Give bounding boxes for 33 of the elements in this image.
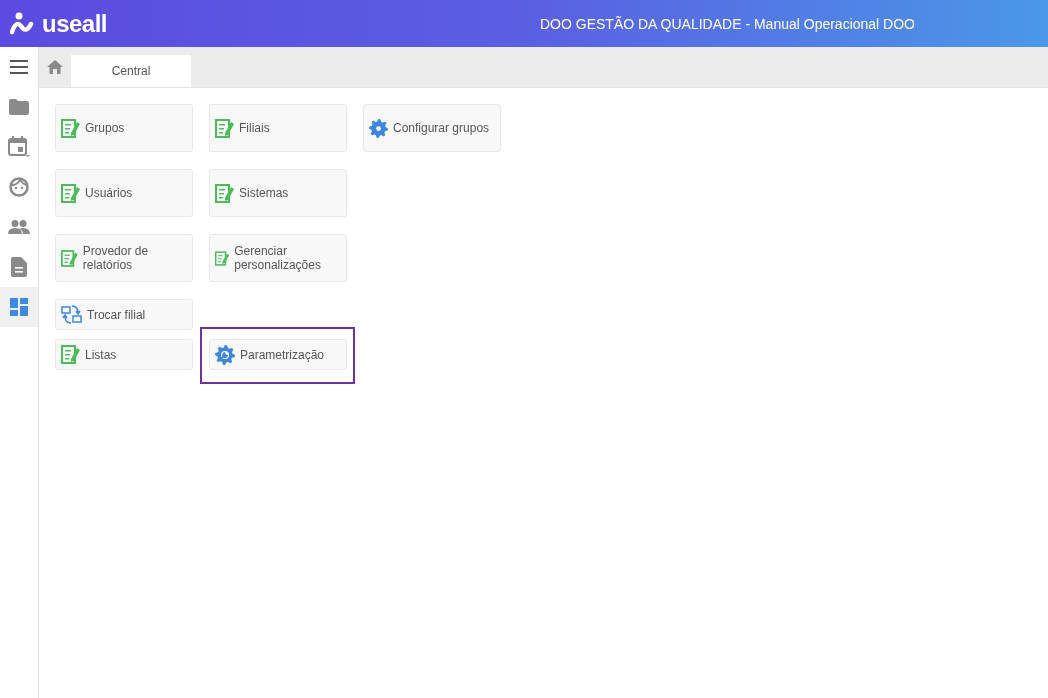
shortcut-tile[interactable]: Filiais (209, 104, 347, 152)
people-icon[interactable] (8, 220, 30, 234)
shortcut-tile[interactable]: Grupos (55, 104, 193, 152)
shortcut-tile[interactable]: Gerenciar personalizações (209, 234, 347, 282)
shortcut-tile[interactable]: Provedor de relatórios (55, 234, 193, 282)
face-icon[interactable] (9, 177, 29, 197)
settings-icon (215, 344, 235, 365)
folder-icon[interactable] (9, 99, 29, 115)
shortcut-tile[interactable]: Parametrização (209, 339, 347, 370)
tab[interactable]: Central (71, 55, 191, 87)
form-edit-icon (215, 118, 234, 138)
form-edit-icon (61, 248, 78, 268)
form-edit-icon (215, 248, 230, 268)
gear-icon (369, 118, 388, 138)
form-edit-icon (61, 345, 80, 364)
shortcut-tile[interactable]: Usuários (55, 169, 193, 217)
logo-icon (10, 11, 36, 36)
logo-text: useall (42, 9, 108, 38)
form-edit-icon (61, 118, 80, 138)
shortcut-tile[interactable]: Listas (55, 339, 193, 370)
document-icon[interactable] (11, 257, 27, 277)
form-edit-icon (61, 183, 80, 203)
sidebar-item[interactable] (0, 287, 38, 327)
shortcut-tile[interactable]: Configurar grupos (363, 104, 501, 152)
menu-icon[interactable] (10, 60, 28, 74)
swap-computers-icon (61, 304, 82, 325)
shortcut-tile[interactable]: Sistemas (209, 169, 347, 217)
window-title: DOO GESTÃO DA QUALIDADE - Manual Operacional DOO (540, 15, 915, 32)
dashboard-icon[interactable] (10, 298, 28, 316)
form-edit-icon (215, 183, 234, 203)
home-icon[interactable] (47, 60, 63, 74)
shortcut-tile[interactable]: Trocar filial (55, 299, 193, 330)
calendar-icon[interactable] (8, 136, 30, 158)
